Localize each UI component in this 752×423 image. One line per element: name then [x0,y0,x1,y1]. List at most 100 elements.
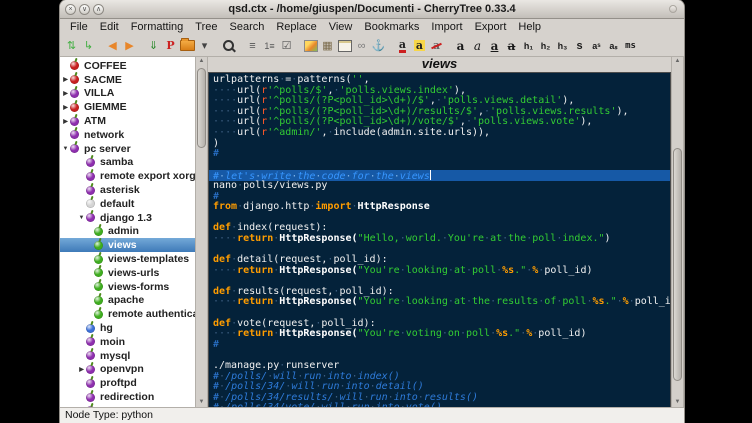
expander-icon[interactable]: ▶ [61,90,70,97]
scroll-up-icon[interactable]: ▲ [196,57,207,66]
status-bar: Node Type: python [60,407,684,423]
small-icon[interactable]: s [571,37,588,55]
strikethrough-icon[interactable]: a [503,37,520,55]
h1-icon[interactable]: h₁ [520,37,537,55]
shade-button[interactable]: ∨ [79,4,90,15]
tree-node-hg[interactable]: hg [60,321,195,335]
h3-icon[interactable]: h₃ [554,37,571,55]
tree-node-label: GIEMME [84,101,127,113]
cherry-green-icon [94,282,103,291]
todo-list-icon[interactable]: ☑ [278,37,295,55]
tree-node-remote-authentication[interactable]: remote authentication [60,307,195,321]
expander-icon[interactable]: ▼ [77,215,86,221]
superscript-icon[interactable]: aˢ [588,37,605,55]
subscript-icon[interactable]: aₛ [605,37,622,55]
go-forward-icon[interactable]: ▶ [121,37,138,55]
tree-node-label: hg [100,322,113,334]
scroll-down-icon[interactable]: ▼ [672,398,683,407]
tree-node-views-templates[interactable]: views-templates [60,252,195,266]
tree-node-views-urls[interactable]: views-urls [60,266,195,280]
new-node-icon[interactable]: ⇅ [63,37,80,55]
code-editor[interactable]: urlpatterns·=·patterns('',····url(r'^pol… [208,72,671,407]
tree-node-admin[interactable]: admin [60,225,195,239]
insert-link-icon[interactable]: ∞ [353,37,370,55]
export-pdf-icon[interactable]: P [162,37,179,55]
find-icon[interactable] [220,37,237,55]
menu-file[interactable]: File [64,19,94,35]
code-line: ····return·HttpResponse("You're·looking·… [213,266,670,277]
insert-table-icon[interactable]: ▦ [319,37,336,55]
tree-node-remote-export-xorg[interactable]: remote export xorg [60,169,195,183]
underline-icon[interactable]: a [486,37,503,55]
bold-icon[interactable]: a [452,37,469,55]
menu-bookmarks[interactable]: Bookmarks [358,19,425,35]
save-icon[interactable]: ⇓ [145,37,162,55]
clear-formatting-icon[interactable]: a [428,37,445,55]
tree-node-atm[interactable]: ▶ATM [60,114,195,128]
tree-node-default[interactable]: default [60,197,195,211]
tree-node-giemme[interactable]: ▶ GIEMME [60,100,195,114]
tree-node-network[interactable]: network [60,128,195,142]
expander-icon[interactable]: ▶ [61,76,70,83]
menu-export[interactable]: Export [469,19,513,35]
editor-scrollbar[interactable]: ▲ ▼ [671,57,684,407]
menu-formatting[interactable]: Formatting [125,19,190,35]
open-file-icon[interactable] [179,37,196,55]
open-recent-dropdown-icon[interactable]: ▾ [196,37,213,55]
tree-node-villa[interactable]: ▶VILLA [60,87,195,101]
text-color-foreground-icon[interactable]: a [394,37,411,55]
tree-node-moin[interactable]: moin [60,335,195,349]
bulleted-list-icon[interactable]: ≡ [244,37,261,55]
tree-scrollbar[interactable]: ▲ ▼ [195,57,208,407]
tree-node-pc-server[interactable]: ▼pc server [60,142,195,156]
expander-icon[interactable]: ▼ [61,146,70,152]
tree-node-django-1.3[interactable]: ▼django 1.3 [60,211,195,225]
tree-node-label: views-forms [108,281,169,293]
scroll-up-icon[interactable]: ▲ [672,57,683,66]
menu-edit[interactable]: Edit [94,19,125,35]
menu-view[interactable]: View [323,19,359,35]
insert-image-icon[interactable] [302,37,319,55]
tree-node-openvpn[interactable]: ▶ openvpn [60,363,195,377]
go-back-icon[interactable]: ◀ [104,37,121,55]
tree-node-sacme[interactable]: ▶SACME [60,73,195,87]
titlebar[interactable]: ×∨∧ qsd.ctx - /home/giuspen/Documenti - … [60,0,684,19]
tree-node-coffee[interactable]: COFFEE [60,59,195,73]
tree-node-apache[interactable]: apache [60,294,195,308]
tree-node-label: openvpn [100,363,144,375]
expander-icon[interactable]: ▶ [77,366,86,373]
editor-scrollbar-thumb[interactable] [673,148,682,381]
italic-icon[interactable]: a [469,37,486,55]
menu-import[interactable]: Import [425,19,468,35]
menu-tree[interactable]: Tree [189,19,223,35]
insert-codebox-icon[interactable] [336,37,353,55]
text-color-background-icon[interactable]: a [411,37,428,55]
tree-node-redirection[interactable]: redirection [60,390,195,404]
h2-icon[interactable]: h₂ [537,37,554,55]
new-subnode-icon[interactable]: ↳ [80,37,97,55]
menu-search[interactable]: Search [224,19,271,35]
scroll-down-icon[interactable]: ▼ [196,398,207,407]
tree-node-label: admin [108,225,139,237]
cherry-purple-icon [86,379,95,388]
expander-icon[interactable]: ▶ [61,118,70,125]
tree-node-mysql[interactable]: mysql [60,349,195,363]
cherry-purple-icon [70,117,79,126]
close-button[interactable]: × [65,4,76,15]
numbered-list-icon[interactable]: 1≡ [261,37,278,55]
tree-node-samba[interactable]: samba [60,156,195,170]
tree-node-label: COFFEE [84,60,127,72]
window-menu-button[interactable] [669,5,677,13]
expander-icon[interactable]: ▶ [61,104,70,111]
menu-help[interactable]: Help [512,19,547,35]
tree-node-asterisk[interactable]: asterisk [60,183,195,197]
tree-node-views[interactable]: views [60,238,195,252]
tree-scrollbar-thumb[interactable] [197,68,206,148]
tree-node-views-forms[interactable]: views-forms [60,280,195,294]
insert-anchor-icon[interactable]: ⚓ [370,37,387,55]
menu-replace[interactable]: Replace [270,19,322,35]
unshade-button[interactable]: ∧ [93,4,104,15]
code-line: ····return·HttpResponse("You're·voting·o… [213,329,670,340]
tree-node-proftpd[interactable]: proftpd [60,376,195,390]
monospace-icon[interactable]: ms [622,37,639,55]
